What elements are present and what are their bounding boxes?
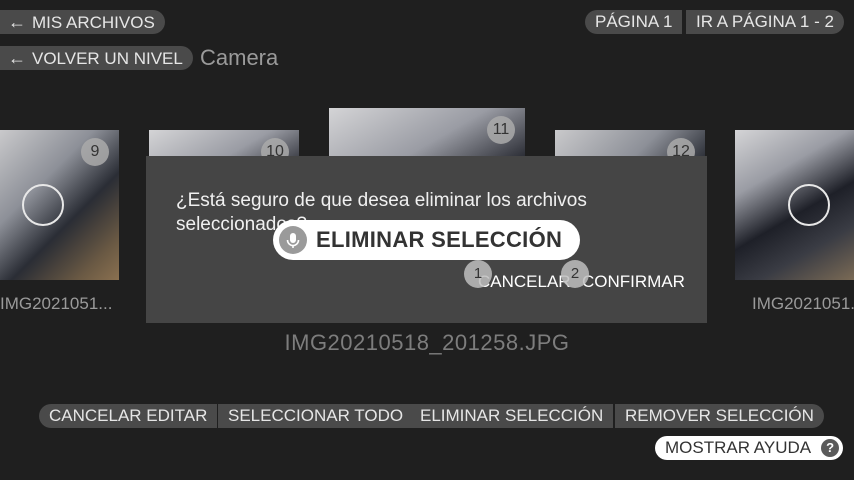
show-help-label: MOSTRAR AYUDA <box>665 438 812 457</box>
select-all-button[interactable]: SELECCIONAR TODO <box>218 404 414 428</box>
cancel-shortcut-badge: 1 <box>464 260 492 288</box>
microphone-icon <box>279 226 307 254</box>
my-files-button[interactable]: ← MIS ARCHIVOS <box>0 10 165 34</box>
cancel-edit-button[interactable]: CANCELAR EDITAR <box>39 404 218 428</box>
select-circle-icon[interactable] <box>22 184 64 226</box>
thumbnail-caption: IMG2021051... <box>0 294 113 313</box>
voice-command-label: ELIMINAR SELECCIÓN <box>316 227 563 252</box>
thumbnail-number: 11 <box>487 116 515 144</box>
confirm-button[interactable]: CONFIRMAR <box>582 272 685 292</box>
my-files-label: MIS ARCHIVOS <box>32 13 155 32</box>
show-help-button[interactable]: MOSTRAR AYUDA ? <box>655 436 844 460</box>
confirm-shortcut-badge: 2 <box>561 260 589 288</box>
thumbnail[interactable]: 9 <box>0 130 119 280</box>
thumbnail-number: 9 <box>81 138 109 166</box>
thumbnail-caption: IMG2021051... <box>752 294 854 313</box>
page-indicator[interactable]: PÁGINA 1 <box>585 10 683 34</box>
up-level-button[interactable]: ← VOLVER UN NIVEL <box>0 46 193 70</box>
current-file-name: IMG20210518_201258.JPG <box>284 330 570 355</box>
help-icon: ? <box>821 439 840 457</box>
voice-command-indicator: ELIMINAR SELECCIÓN <box>273 220 580 260</box>
up-level-label: VOLVER UN NIVEL <box>32 49 183 68</box>
delete-selection-button[interactable]: ELIMINAR SELECCIÓN <box>410 404 614 428</box>
folder-name: Camera <box>200 45 279 70</box>
thumbnail[interactable] <box>735 130 854 280</box>
arrow-left-icon: ← <box>8 48 26 68</box>
select-circle-icon[interactable] <box>788 184 830 226</box>
remove-selection-button[interactable]: REMOVER SELECCIÓN <box>615 404 824 428</box>
arrow-left-icon: ← <box>8 12 26 32</box>
goto-page-button[interactable]: IR A PÁGINA 1 - 2 <box>686 10 844 34</box>
